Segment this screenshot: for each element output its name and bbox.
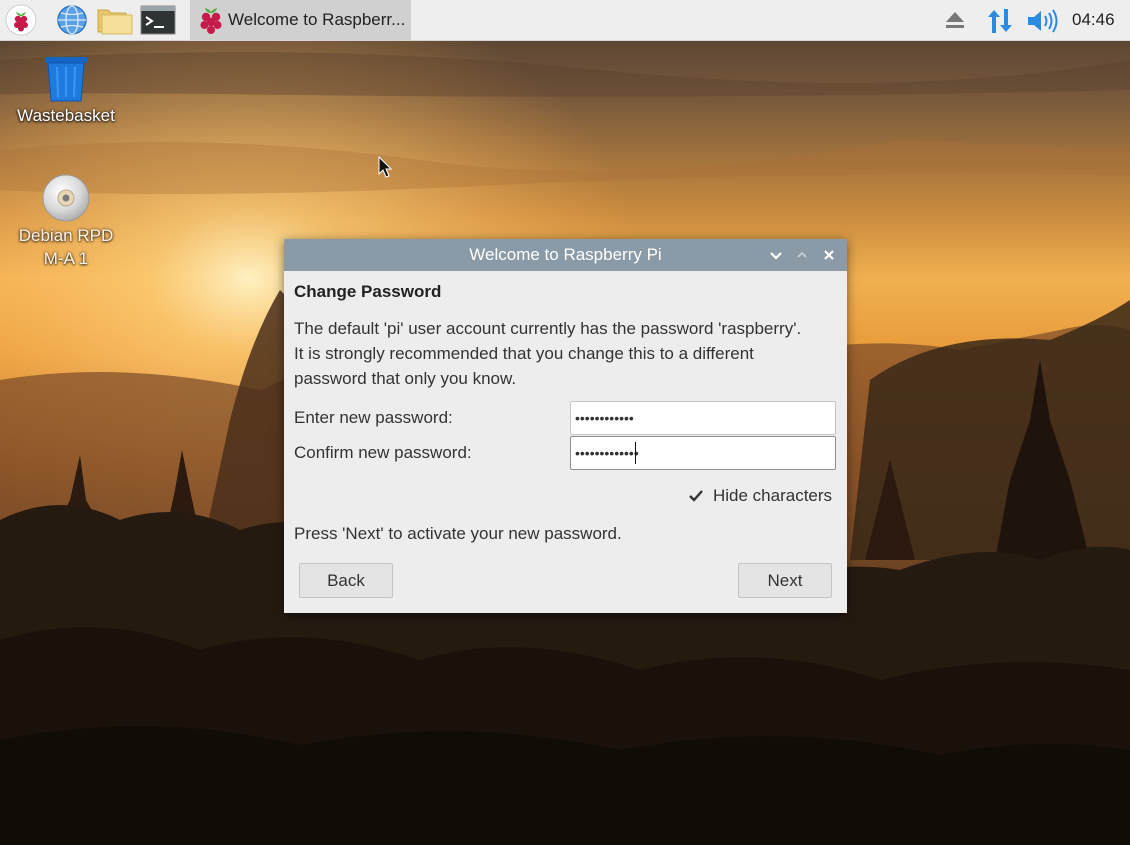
- wastebasket-icon: [45, 57, 87, 102]
- new-password-label: Enter new password:: [294, 408, 453, 427]
- desktop-icon-wastebasket[interactable]: Wastebasket: [11, 54, 121, 127]
- taskbar: Welcome to Raspberr... 04:46: [0, 0, 1130, 41]
- taskbar-window-welcome[interactable]: Welcome to Raspberr...: [190, 0, 411, 40]
- hint-text: Press 'Next' to activate your new passwo…: [294, 524, 622, 543]
- description-text: The default 'pi' user account currently …: [294, 316, 834, 391]
- desktop-icon-label-line1: Debian RPD: [18, 226, 114, 245]
- desktop-icon-label: Debian RPD M-A 1: [11, 224, 121, 270]
- description-line: The default 'pi' user account currently …: [294, 319, 802, 338]
- dialog-title: Welcome to Raspberry Pi: [469, 245, 662, 264]
- section-heading: Change Password: [294, 282, 442, 301]
- welcome-dialog: Welcome to Raspberry Pi Change Password …: [284, 239, 847, 613]
- checkmark-icon: [689, 490, 703, 502]
- taskbar-window-title: Welcome to Raspberr...: [228, 10, 406, 29]
- network-icon[interactable]: [985, 6, 1015, 40]
- text-caret: [635, 442, 636, 464]
- dialog-titlebar[interactable]: Welcome to Raspberry Pi: [284, 239, 847, 271]
- eject-icon[interactable]: [944, 10, 966, 34]
- raspberry-icon: [196, 4, 226, 36]
- hide-characters-checkbox[interactable]: [688, 488, 704, 504]
- hide-characters-label[interactable]: Hide characters: [713, 486, 832, 506]
- description-line: It is strongly recommended that you chan…: [294, 344, 754, 363]
- back-button[interactable]: Back: [299, 563, 393, 598]
- desktop-icon-cd-drive[interactable]: Debian RPD M-A 1: [11, 172, 121, 270]
- next-button[interactable]: Next: [738, 563, 832, 598]
- cd-drive-icon: [42, 174, 90, 222]
- mouse-pointer-icon: [378, 156, 393, 178]
- desktop-icon-label: Wastebasket: [17, 106, 115, 125]
- minimize-icon[interactable]: [768, 247, 784, 263]
- maximize-icon[interactable]: [794, 247, 810, 263]
- confirm-password-field[interactable]: [570, 436, 836, 470]
- description-line: password that only you know.: [294, 369, 517, 388]
- web-browser-icon[interactable]: [56, 4, 88, 36]
- file-manager-icon[interactable]: [96, 4, 134, 36]
- volume-icon[interactable]: [1026, 8, 1058, 38]
- raspberry-menu-icon[interactable]: [5, 4, 37, 36]
- clock[interactable]: 04:46: [1072, 0, 1115, 40]
- desktop-icon-label-line2: M-A 1: [43, 249, 89, 268]
- close-icon[interactable]: [821, 247, 837, 263]
- terminal-icon[interactable]: [140, 4, 176, 36]
- confirm-password-label: Confirm new password:: [294, 443, 472, 462]
- new-password-field[interactable]: [570, 401, 836, 435]
